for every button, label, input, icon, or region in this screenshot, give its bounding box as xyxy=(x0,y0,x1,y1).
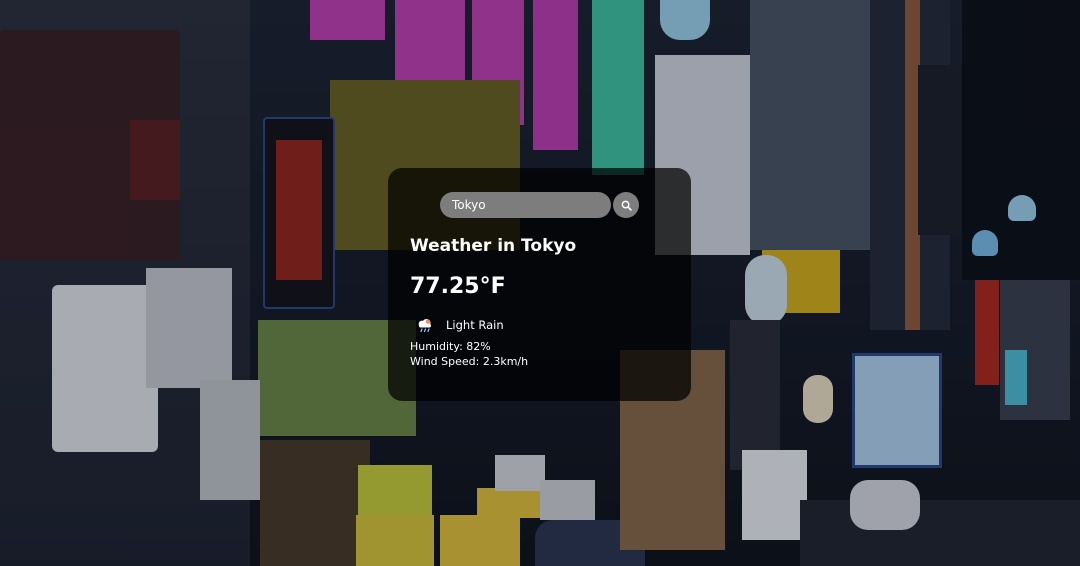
condition-text: Light Rain xyxy=(446,318,504,332)
weather-title: Weather in Tokyo xyxy=(410,236,577,256)
search-bar xyxy=(440,192,669,218)
condition-row: Light Rain xyxy=(416,315,669,335)
wind-speed: Wind Speed: 2.3km/h xyxy=(410,355,529,368)
search-button[interactable] xyxy=(613,192,639,218)
search-icon xyxy=(621,200,632,211)
weather-card: Weather in Tokyo 77.25°F Light Rain Humi… xyxy=(388,168,691,401)
humidity: Humidity: 82% xyxy=(410,340,491,353)
temperature: 77.25°F xyxy=(410,274,506,299)
cloud-rain-icon xyxy=(418,319,431,332)
search-input[interactable] xyxy=(440,192,611,218)
